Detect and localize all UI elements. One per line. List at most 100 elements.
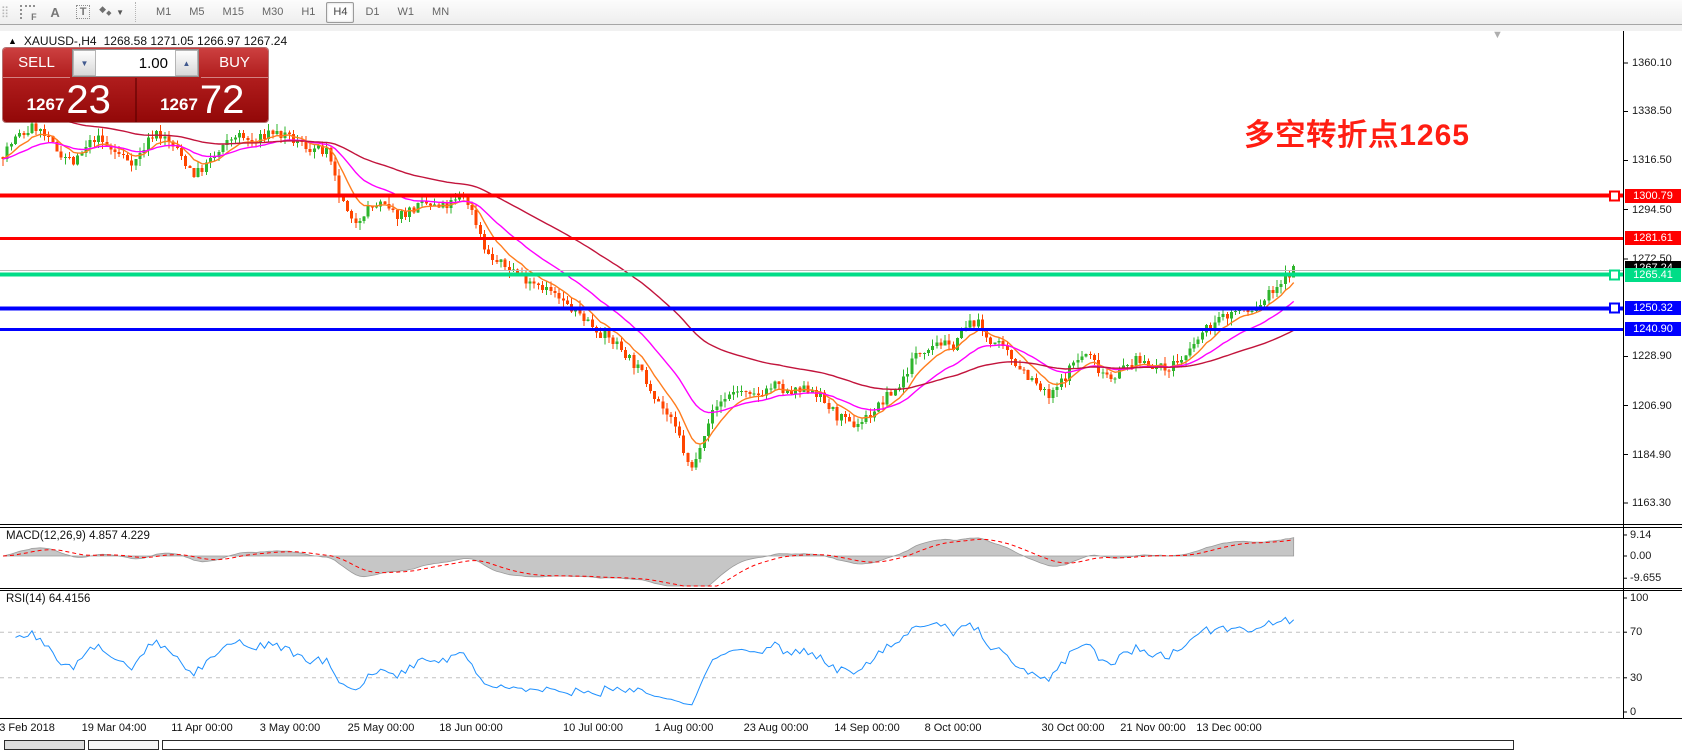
candle-body	[280, 131, 283, 138]
timeframe-button-m1[interactable]: M1	[149, 2, 178, 23]
line-price-label: 1300.79	[1625, 189, 1681, 203]
candle-body	[72, 157, 75, 164]
candle-body	[275, 131, 278, 134]
candle-body	[35, 124, 38, 131]
timeframe-button-m5[interactable]: M5	[182, 2, 211, 23]
price-axis-line[interactable]	[1623, 30, 1624, 718]
buy-button[interactable]: BUY	[201, 48, 268, 78]
toolbar: ⣿ F A T ◆◆ ▼ M1M5M15M30H1H4D1W1MN	[0, 0, 1682, 25]
timeframe-button-h1[interactable]: H1	[294, 2, 322, 23]
timeframe-button-m30[interactable]: M30	[255, 2, 290, 23]
timeframe-button-h4[interactable]: H4	[326, 2, 354, 23]
macd-histogram	[3, 538, 1294, 586]
price-axis-label[interactable]: 1163.30	[1632, 497, 1671, 509]
price-axis-label[interactable]: 1294.50	[1632, 204, 1672, 216]
candle-body	[1267, 290, 1270, 301]
timeframe-button-mn[interactable]: MN	[425, 2, 456, 23]
price-axis-label[interactable]: 1184.90	[1632, 449, 1671, 461]
candle-body	[695, 459, 698, 468]
date-axis-label[interactable]: 11 Apr 00:00	[171, 722, 233, 734]
candle-body	[632, 355, 635, 368]
candle-body	[197, 168, 200, 177]
line-drag-marker[interactable]	[1609, 190, 1620, 201]
volume-decrease-button[interactable]: ▼	[73, 50, 96, 76]
candle-body	[744, 391, 747, 392]
candle-body	[935, 343, 938, 346]
timeframe-button-d1[interactable]: D1	[358, 2, 386, 23]
date-axis-label[interactable]: 10 Jul 00:00	[563, 722, 623, 734]
candle-body	[483, 234, 486, 249]
sell-button[interactable]: SELL	[3, 48, 70, 78]
text-tool-icon[interactable]: T	[70, 1, 96, 23]
candle-body	[553, 291, 556, 293]
date-axis-label[interactable]: 18 Jun 00:00	[439, 722, 503, 734]
candle-body	[628, 355, 631, 358]
collapse-triangle-icon[interactable]: ▲	[8, 36, 17, 46]
text-label-tool-icon[interactable]: A	[42, 1, 68, 23]
candle-body	[1276, 287, 1279, 293]
shapes-tool-icon[interactable]: ◆◆ ▼	[98, 1, 125, 23]
candle-body	[383, 202, 386, 204]
candle-body	[678, 427, 681, 436]
candle-body	[408, 208, 411, 217]
date-axis-label[interactable]: 13 Dec 00:00	[1196, 722, 1261, 734]
timeframe-button-m15[interactable]: M15	[216, 2, 251, 23]
candle-body	[201, 168, 204, 172]
price-axis-label[interactable]: 1360.10	[1632, 57, 1672, 69]
date-axis-label[interactable]: 21 Nov 00:00	[1120, 722, 1185, 734]
candle-body	[549, 287, 552, 291]
candle-body	[288, 132, 291, 133]
candle-body	[163, 136, 166, 138]
date-axis-label[interactable]: 30 Oct 00:00	[1042, 722, 1105, 734]
candle-body	[682, 436, 685, 453]
date-axis-label[interactable]: 1 Aug 00:00	[655, 722, 714, 734]
candle-body	[516, 270, 519, 273]
price-axis-label[interactable]: 1228.90	[1632, 350, 1672, 362]
candle-body	[213, 157, 216, 158]
candle-body	[1188, 349, 1191, 356]
ask-price-display[interactable]: 1267 72	[137, 78, 269, 122]
candle-body	[504, 259, 507, 266]
chart-annotation-text[interactable]: 多空转折点1265	[1150, 110, 1470, 154]
price-axis-label[interactable]: 1316.50	[1632, 154, 1672, 166]
candle-body	[392, 208, 395, 210]
candle-body	[495, 260, 498, 262]
taskbar-button-edge[interactable]	[162, 740, 1514, 750]
candle-body	[931, 346, 934, 350]
bid-price-display[interactable]: 1267 23	[3, 78, 135, 122]
price-axis-label[interactable]: 1338.50	[1632, 105, 1672, 117]
candle-body	[807, 386, 810, 393]
candle-body	[753, 394, 756, 395]
taskbar-button-edge[interactable]	[88, 740, 159, 750]
price-axis-label[interactable]: 1206.90	[1632, 400, 1672, 412]
candle-body	[1143, 361, 1146, 363]
fibonacci-tool-icon[interactable]: F	[14, 1, 40, 23]
candle-body	[313, 149, 316, 153]
date-axis-label[interactable]: 3 May 00:00	[260, 722, 321, 734]
candle-body	[1043, 389, 1046, 390]
date-axis-label[interactable]: 19 Mar 04:00	[82, 722, 147, 734]
volume-input[interactable]: 1.00	[96, 50, 175, 76]
date-axis-label[interactable]: 23 Aug 00:00	[744, 722, 809, 734]
volume-increase-button[interactable]: ▲	[175, 50, 198, 76]
bid-price-big: 23	[66, 80, 111, 120]
candle-body	[607, 330, 610, 337]
date-axis-label[interactable]: 23 Feb 2018	[0, 722, 55, 734]
candle-body	[757, 394, 760, 395]
candle-body	[188, 166, 191, 168]
candle-body	[749, 392, 752, 394]
candle-body	[338, 175, 341, 196]
candle-body	[603, 330, 606, 337]
timeframe-button-w1[interactable]: W1	[391, 2, 422, 23]
date-axis-label[interactable]: 8 Oct 00:00	[925, 722, 982, 734]
candle-body	[1093, 355, 1096, 360]
date-axis-label[interactable]: 14 Sep 00:00	[834, 722, 899, 734]
line-drag-marker[interactable]	[1609, 303, 1620, 314]
toolbar-grip[interactable]: ⣿	[0, 0, 12, 24]
candle-body	[724, 399, 727, 402]
taskbar-button-edge[interactable]	[4, 740, 85, 750]
date-axis-label[interactable]: 25 May 00:00	[348, 722, 415, 734]
line-drag-marker[interactable]	[1609, 269, 1620, 280]
candle-body	[334, 161, 337, 175]
candle-body	[670, 414, 673, 417]
